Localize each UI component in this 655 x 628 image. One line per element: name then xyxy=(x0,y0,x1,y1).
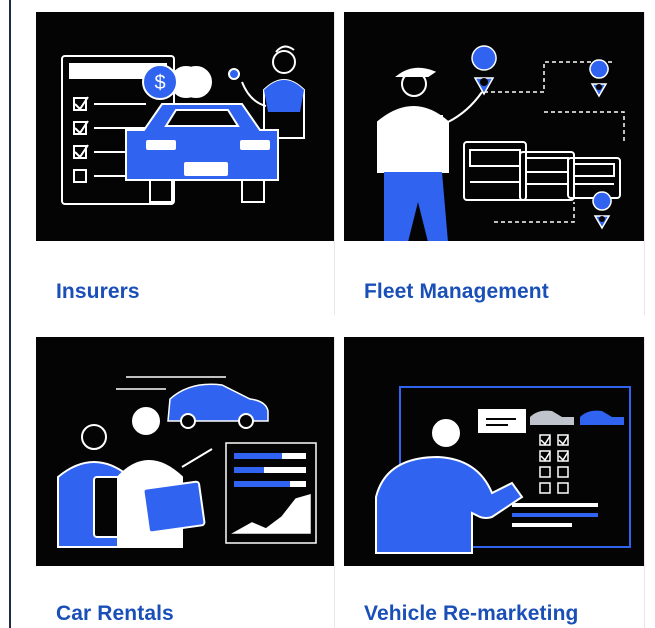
card-insurers[interactable]: $ Insurers xyxy=(36,12,335,315)
card-vehicle-remarketing[interactable]: Vehicle Re-marketing xyxy=(344,337,645,628)
insurance-car-illustration: $ xyxy=(36,12,334,241)
card-title[interactable]: Insurers xyxy=(56,280,140,304)
card-title[interactable]: Car Rentals xyxy=(56,602,174,626)
card-car-rentals[interactable]: Car Rentals xyxy=(36,337,335,628)
card-title[interactable]: Vehicle Re-marketing xyxy=(364,602,578,626)
fleet-trucks-map-illustration xyxy=(344,12,644,241)
car-rental-illustration xyxy=(36,337,334,566)
svg-text:$: $ xyxy=(154,72,165,94)
card-title[interactable]: Fleet Management xyxy=(364,280,549,304)
card-fleet-management[interactable]: Fleet Management xyxy=(344,12,645,315)
left-divider xyxy=(9,0,11,628)
vehicle-remarketing-illustration xyxy=(344,337,644,566)
